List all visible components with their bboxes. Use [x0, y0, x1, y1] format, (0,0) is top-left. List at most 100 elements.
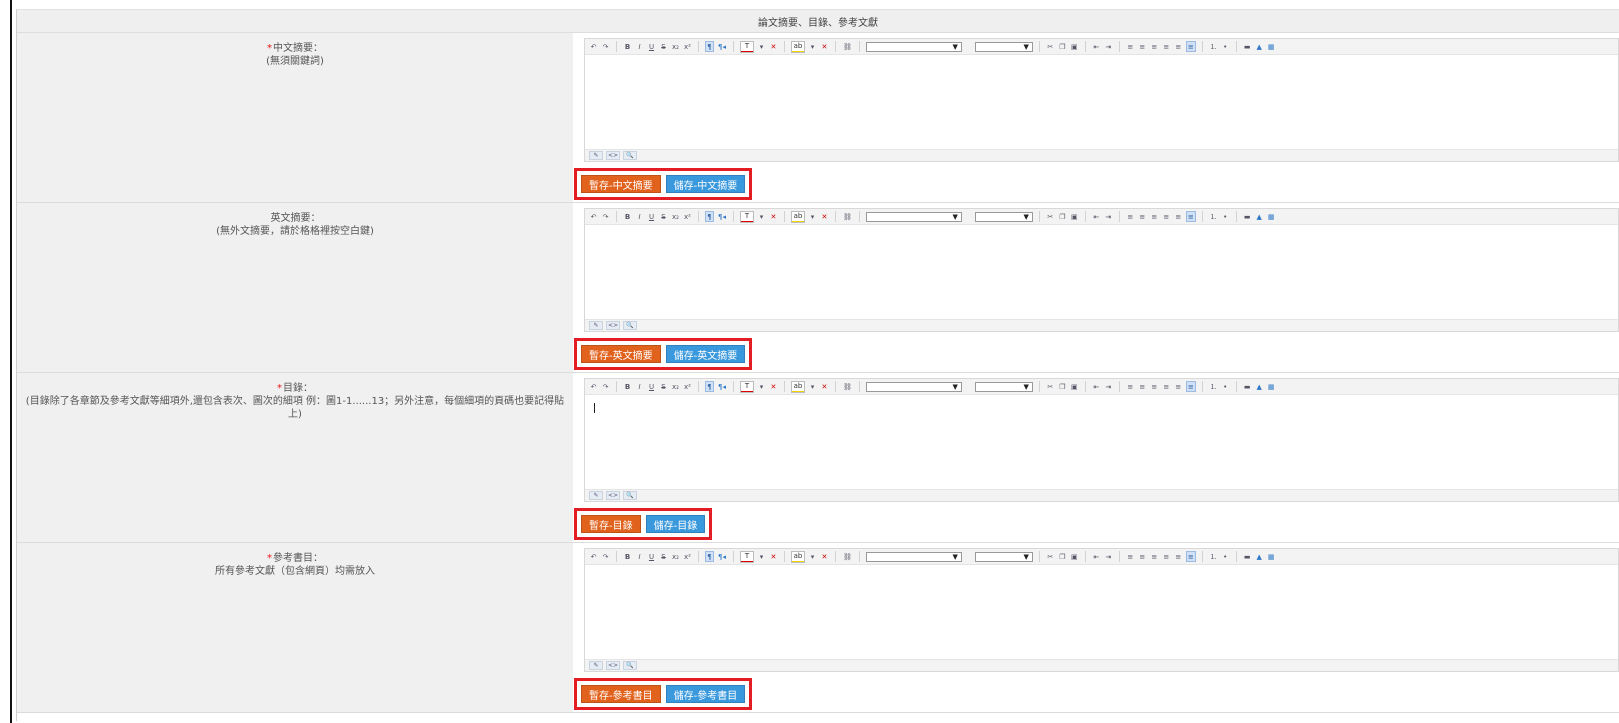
superscript-icon[interactable]: x²: [683, 41, 692, 52]
font-size-select[interactable]: ▼: [974, 211, 1033, 222]
paste-icon[interactable]: ▣: [1070, 381, 1079, 392]
design-mode-icon[interactable]: ✎: [589, 151, 603, 160]
italic-icon[interactable]: I: [635, 381, 644, 392]
align-none-icon[interactable]: ≡: [1185, 381, 1196, 392]
text-color-icon[interactable]: T: [739, 380, 754, 393]
font-family-select[interactable]: ▼: [865, 381, 962, 392]
html-mode-icon[interactable]: <>: [606, 661, 620, 670]
undo-icon[interactable]: ↶: [589, 551, 598, 562]
strikethrough-icon[interactable]: S: [659, 551, 668, 562]
align-full-icon[interactable]: ≡: [1174, 41, 1183, 52]
editor-text-area[interactable]: [585, 395, 1618, 489]
save-button[interactable]: 儲存-目錄: [645, 515, 706, 533]
redo-icon[interactable]: ↷: [601, 41, 610, 52]
strikethrough-icon[interactable]: S: [659, 211, 668, 222]
clear-color-icon[interactable]: ✕: [769, 211, 778, 222]
text-color-icon[interactable]: T: [739, 40, 754, 53]
align-center-icon[interactable]: ≡: [1138, 41, 1147, 52]
horizontal-rule-icon[interactable]: ▬: [1243, 41, 1252, 52]
editor-text-area[interactable]: [585, 565, 1618, 659]
paragraph-ltr-icon[interactable]: ¶: [705, 551, 714, 562]
outdent-icon[interactable]: ⇤: [1092, 381, 1101, 392]
paragraph-ltr-icon[interactable]: ¶: [705, 381, 714, 392]
insert-table-icon[interactable]: ▦: [1267, 381, 1276, 392]
align-left-icon[interactable]: ≡: [1126, 41, 1135, 52]
copy-icon[interactable]: ❐: [1058, 381, 1067, 392]
unordered-list-icon[interactable]: •: [1221, 211, 1230, 222]
align-none-icon[interactable]: ≡: [1185, 551, 1196, 562]
temp-save-button[interactable]: 暫存-英文摘要: [581, 345, 661, 363]
bold-icon[interactable]: B: [623, 551, 632, 562]
align-justify-icon[interactable]: ≡: [1162, 381, 1171, 392]
link-icon[interactable]: ⛓: [842, 211, 853, 222]
highlight-color-icon[interactable]: ab: [790, 380, 805, 393]
align-left-icon[interactable]: ≡: [1126, 211, 1135, 222]
paragraph-rtl-icon[interactable]: ¶◂: [717, 551, 727, 562]
unordered-list-icon[interactable]: •: [1221, 41, 1230, 52]
superscript-icon[interactable]: x²: [683, 381, 692, 392]
subscript-icon[interactable]: x₂: [671, 381, 680, 392]
temp-save-button[interactable]: 暫存-目錄: [581, 515, 641, 533]
align-full-icon[interactable]: ≡: [1174, 381, 1183, 392]
html-mode-icon[interactable]: <>: [606, 491, 620, 500]
paste-icon[interactable]: ▣: [1070, 41, 1079, 52]
clear-highlight-icon[interactable]: ✕: [820, 551, 829, 562]
unordered-list-icon[interactable]: •: [1221, 551, 1230, 562]
insert-table-icon[interactable]: ▦: [1267, 211, 1276, 222]
align-center-icon[interactable]: ≡: [1138, 551, 1147, 562]
align-left-icon[interactable]: ≡: [1126, 551, 1135, 562]
align-justify-icon[interactable]: ≡: [1162, 211, 1171, 222]
redo-icon[interactable]: ↷: [601, 211, 610, 222]
preview-mode-icon[interactable]: 🔍: [623, 661, 637, 670]
dropdown-arrow-icon[interactable]: ▾: [808, 211, 817, 222]
dropdown-arrow-icon[interactable]: ▾: [757, 381, 766, 392]
strikethrough-icon[interactable]: S: [659, 41, 668, 52]
insert-image-icon[interactable]: ▲: [1255, 381, 1264, 392]
dropdown-arrow-icon[interactable]: ▾: [757, 551, 766, 562]
save-button[interactable]: 儲存-中文摘要: [665, 175, 746, 193]
align-right-icon[interactable]: ≡: [1150, 381, 1159, 392]
ordered-list-icon[interactable]: ⒈: [1209, 381, 1218, 392]
redo-icon[interactable]: ↷: [601, 551, 610, 562]
copy-icon[interactable]: ❐: [1058, 211, 1067, 222]
clear-color-icon[interactable]: ✕: [769, 551, 778, 562]
save-button[interactable]: 儲存-英文摘要: [665, 345, 746, 363]
align-justify-icon[interactable]: ≡: [1162, 41, 1171, 52]
outdent-icon[interactable]: ⇤: [1092, 41, 1101, 52]
superscript-icon[interactable]: x²: [683, 211, 692, 222]
clear-highlight-icon[interactable]: ✕: [820, 211, 829, 222]
highlight-color-icon[interactable]: ab: [790, 550, 805, 563]
copy-icon[interactable]: ❐: [1058, 41, 1067, 52]
indent-icon[interactable]: ⇥: [1104, 381, 1113, 392]
font-family-select[interactable]: ▼: [865, 551, 962, 562]
align-none-icon[interactable]: ≡: [1185, 41, 1196, 52]
temp-save-button[interactable]: 暫存-參考書目: [581, 685, 661, 703]
highlight-color-icon[interactable]: ab: [790, 210, 805, 223]
paragraph-ltr-icon[interactable]: ¶: [705, 211, 714, 222]
temp-save-button[interactable]: 暫存-中文摘要: [581, 175, 661, 193]
paste-icon[interactable]: ▣: [1070, 211, 1079, 222]
clear-color-icon[interactable]: ✕: [769, 41, 778, 52]
redo-icon[interactable]: ↷: [601, 381, 610, 392]
outdent-icon[interactable]: ⇤: [1092, 211, 1101, 222]
paragraph-rtl-icon[interactable]: ¶◂: [717, 381, 727, 392]
align-center-icon[interactable]: ≡: [1138, 211, 1147, 222]
paragraph-ltr-icon[interactable]: ¶: [705, 41, 714, 52]
font-size-select[interactable]: ▼: [974, 381, 1033, 392]
text-color-icon[interactable]: T: [739, 210, 754, 223]
html-mode-icon[interactable]: <>: [606, 321, 620, 330]
align-justify-icon[interactable]: ≡: [1162, 551, 1171, 562]
align-left-icon[interactable]: ≡: [1126, 381, 1135, 392]
horizontal-rule-icon[interactable]: ▬: [1243, 211, 1252, 222]
underline-icon[interactable]: U: [647, 381, 656, 392]
undo-icon[interactable]: ↶: [589, 211, 598, 222]
align-right-icon[interactable]: ≡: [1150, 211, 1159, 222]
ordered-list-icon[interactable]: ⒈: [1209, 211, 1218, 222]
design-mode-icon[interactable]: ✎: [589, 491, 603, 500]
horizontal-rule-icon[interactable]: ▬: [1243, 551, 1252, 562]
clear-highlight-icon[interactable]: ✕: [820, 381, 829, 392]
link-icon[interactable]: ⛓: [842, 551, 853, 562]
insert-image-icon[interactable]: ▲: [1255, 551, 1264, 562]
ordered-list-icon[interactable]: ⒈: [1209, 41, 1218, 52]
align-none-icon[interactable]: ≡: [1185, 211, 1196, 222]
